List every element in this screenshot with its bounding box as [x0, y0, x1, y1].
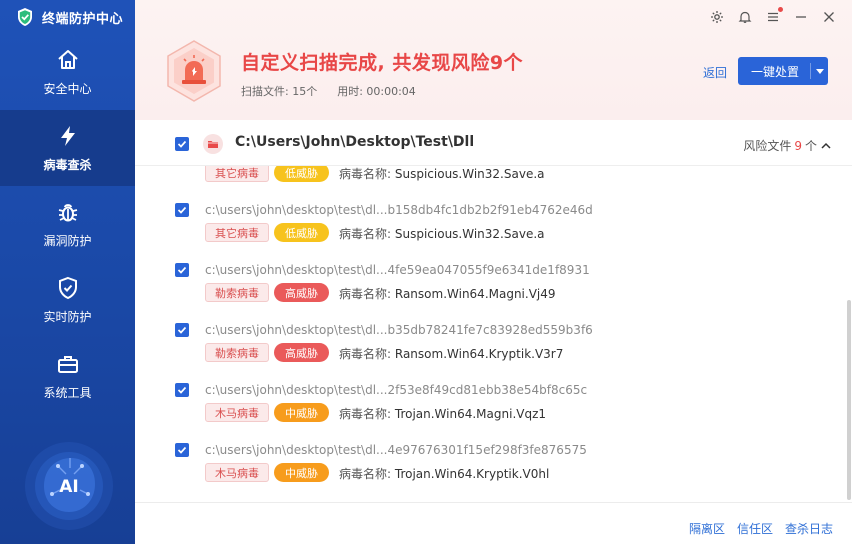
app-title: 终端防护中心: [42, 11, 124, 27]
minimize-button[interactable]: [794, 10, 808, 24]
shield-check-icon: [58, 276, 77, 299]
footer-links: 隔离区 信任区 查杀日志: [689, 520, 833, 537]
shield-logo-icon: [18, 8, 32, 26]
result-header: 自定义扫描完成, 共发现风险9个 扫描文件: 15个 用时: 00:00:04 …: [135, 0, 852, 120]
table-row[interactable]: c:\users\john\desktop\test\dl...2f53e8f4…: [135, 346, 835, 422]
table-row[interactable]: c:\users\john\desktop\test\dl...b35db782…: [135, 286, 835, 362]
folder-warning-icon: [203, 134, 223, 154]
check-icon: [177, 266, 187, 274]
file-path: c:\users\john\desktop\test\dl...4fe59ea0…: [205, 263, 590, 277]
notification-dot: [778, 7, 783, 12]
virus-name: 病毒名称: Trojan.Win64.Kryptik.V0hl: [339, 465, 549, 482]
one-click-resolve-button[interactable]: 一键处置: [738, 57, 828, 85]
risk-file-list[interactable]: 其它病毒 低威胁 病毒名称: Suspicious.Win32.Save.a c…: [135, 166, 847, 502]
sidebar: 终端防护中心 安全中心 病毒查杀 漏洞防护 实时防护 系统工具 AI: [0, 0, 135, 544]
row-checkbox[interactable]: [175, 323, 189, 337]
virus-name-value: Trojan.Win64.Kryptik.V0hl: [394, 467, 550, 481]
scanned-count: 扫描文件: 15个: [241, 85, 318, 98]
table-row[interactable]: c:\users\john\desktop\test\dl...4e976763…: [135, 406, 835, 482]
bug-icon: [58, 203, 77, 221]
risk-label: 风险文件: [743, 139, 792, 153]
sidebar-item-label: 安全中心: [43, 81, 92, 96]
sidebar-item-vulnerability[interactable]: 漏洞防护: [0, 186, 135, 262]
trust-zone-link[interactable]: 信任区: [737, 520, 773, 537]
row-checkbox[interactable]: [175, 263, 189, 277]
scan-summary: 扫描文件: 15个 用时: 00:00:04: [241, 83, 416, 99]
settings-button[interactable]: [710, 10, 724, 24]
result-title: 自定义扫描完成, 共发现风险9个: [241, 52, 524, 74]
file-path: c:\users\john\desktop\test\dl...b35db782…: [205, 323, 593, 337]
table-row[interactable]: c:\users\john\desktop\test\dl...b158db4f…: [135, 166, 835, 242]
virus-name-key: 病毒名称:: [339, 467, 392, 481]
toolbox-icon: [57, 355, 78, 373]
row-checkbox[interactable]: [175, 383, 189, 397]
caret-down-icon: [815, 68, 824, 74]
ai-brain-icon[interactable]: AI: [22, 438, 117, 533]
virus-type-tag: 木马病毒: [205, 463, 269, 482]
scan-log-link[interactable]: 查杀日志: [785, 520, 833, 537]
app-window: 终端防护中心 安全中心 病毒查杀 漏洞防护 实时防护 系统工具 AI 自定义扫描…: [0, 0, 852, 544]
check-icon: [177, 446, 187, 454]
threat-level-badge: 中威胁: [274, 463, 329, 482]
check-icon: [177, 140, 187, 148]
risk-file-count[interactable]: 风险文件 9 个: [743, 137, 832, 154]
risk-unit: 个: [804, 139, 817, 153]
folder-path: C:\Users\John\Desktop\Test\Dll: [235, 134, 475, 150]
sidebar-item-label: 系统工具: [43, 385, 92, 400]
alarm-warning-icon: [167, 40, 221, 102]
window-controls: [710, 7, 836, 24]
chevron-up-icon[interactable]: [820, 140, 832, 152]
quarantine-link[interactable]: 隔离区: [689, 520, 725, 537]
one-click-resolve-label: 一键处置: [751, 64, 800, 79]
sidebar-item-security-center[interactable]: 安全中心: [0, 34, 135, 110]
close-icon: [824, 12, 834, 22]
check-icon: [177, 206, 187, 214]
gear-icon: [711, 11, 723, 23]
check-icon: [177, 326, 187, 334]
back-link[interactable]: 返回: [703, 64, 727, 81]
menu-icon: [768, 12, 778, 22]
folder-group-header: C:\Users\John\Desktop\Test\Dll 风险文件 9 个: [135, 124, 852, 166]
row-checkbox[interactable]: [175, 203, 189, 217]
file-path: c:\users\john\desktop\test\dl...2f53e8f4…: [205, 383, 588, 397]
menu-button[interactable]: [766, 7, 783, 24]
list-scrollbar[interactable]: [847, 300, 851, 500]
sidebar-item-label: 漏洞防护: [43, 233, 92, 248]
notification-button[interactable]: [738, 10, 752, 24]
footer: 隔离区 信任区 查杀日志: [135, 502, 852, 544]
minimize-icon: [796, 16, 806, 18]
close-button[interactable]: [822, 10, 836, 24]
lightning-icon: [60, 125, 75, 146]
sidebar-item-realtime[interactable]: 实时防护: [0, 262, 135, 338]
file-path: c:\users\john\desktop\test\dl...4e976763…: [205, 443, 587, 457]
dropdown-toggle[interactable]: [810, 63, 828, 79]
check-icon: [177, 386, 187, 394]
group-checkbox[interactable]: [175, 137, 189, 151]
sidebar-item-system-tools[interactable]: 系统工具: [0, 338, 135, 414]
sidebar-item-virus-scan[interactable]: 病毒查杀: [0, 110, 135, 186]
ai-label: AI: [59, 477, 78, 497]
row-checkbox[interactable]: [175, 443, 189, 457]
sidebar-item-label: 实时防护: [43, 309, 92, 324]
file-path: c:\users\john\desktop\test\dl...b158db4f…: [205, 203, 593, 217]
brand: 终端防护中心: [0, 0, 135, 34]
bell-icon: [738, 11, 752, 23]
home-icon: [57, 49, 78, 69]
table-row[interactable]: c:\users\john\desktop\test\dl...4fe59ea0…: [135, 226, 835, 302]
elapsed-time: 用时: 00:00:04: [337, 85, 416, 98]
sidebar-item-label: 病毒查杀: [43, 157, 92, 172]
risk-count-number: 9: [794, 138, 802, 153]
